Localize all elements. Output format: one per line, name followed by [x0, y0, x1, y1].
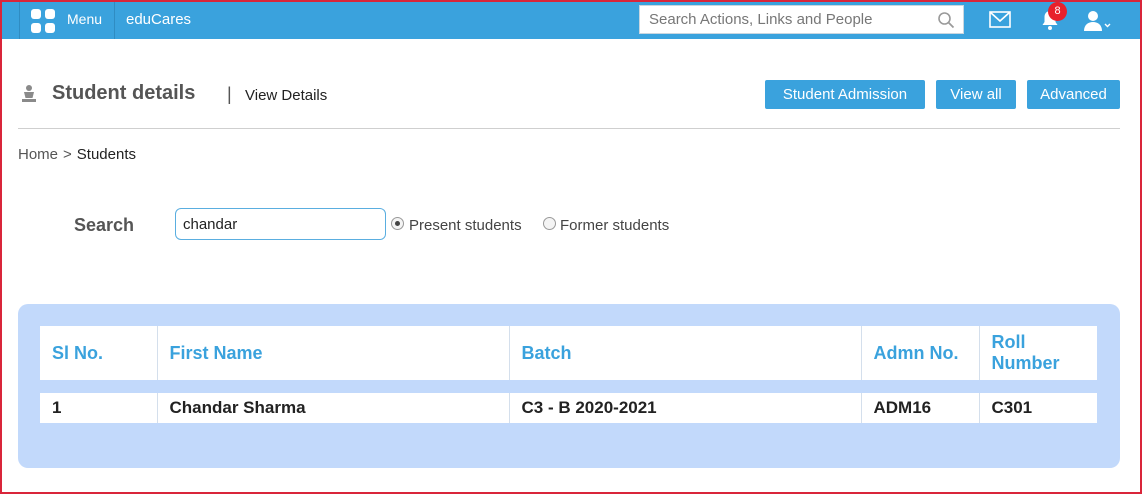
cell-sl-no: 1 — [40, 393, 158, 423]
title-separator: | — [227, 84, 232, 104]
student-icon — [22, 85, 36, 102]
student-search-input[interactable] — [175, 208, 386, 240]
view-all-button[interactable]: View all — [936, 80, 1016, 109]
table-header-row: Sl No. First Name Batch Admn No. Roll Nu… — [40, 326, 1097, 380]
breadcrumb-separator: > — [63, 146, 72, 163]
former-students-radio[interactable] — [543, 217, 556, 230]
top-navbar: Menu eduCares 8 — [2, 2, 1140, 39]
brand-link[interactable]: eduCares — [126, 11, 191, 28]
students-table: Sl No. First Name Batch Admn No. Roll Nu… — [40, 326, 1097, 423]
user-icon[interactable] — [1082, 9, 1112, 33]
former-students-label[interactable]: Former students — [560, 217, 669, 234]
page-subtitle: View Details — [245, 87, 328, 104]
column-header-roll-number[interactable]: Roll Number — [979, 326, 1097, 380]
grid-icon — [31, 8, 55, 33]
cell-admn-no: ADM16 — [861, 393, 980, 423]
advanced-button[interactable]: Advanced — [1027, 80, 1120, 109]
search-icon[interactable] — [937, 11, 955, 29]
chevron-down-icon — [1104, 23, 1111, 28]
present-students-label[interactable]: Present students — [409, 217, 522, 234]
column-header-admn-no[interactable]: Admn No. — [861, 326, 980, 380]
column-header-first-name[interactable]: First Name — [157, 326, 510, 380]
menu-label: Menu — [67, 10, 103, 27]
search-label: Search — [74, 215, 135, 235]
cell-roll-number: C301 — [979, 393, 1097, 423]
page-title: Student details — [52, 82, 196, 104]
global-search-box — [639, 5, 964, 34]
present-students-radio[interactable] — [391, 217, 404, 230]
breadcrumb-home[interactable]: Home — [18, 146, 58, 163]
menu-button[interactable]: Menu — [19, 2, 115, 39]
breadcrumb: Home > Students — [18, 146, 136, 163]
breadcrumb-current: Students — [76, 146, 136, 163]
notification-badge: 8 — [1048, 2, 1067, 21]
table-row[interactable]: 1 Chandar Sharma C3 - B 2020-2021 ADM16 … — [40, 393, 1097, 423]
header-divider — [18, 128, 1120, 129]
cell-batch: C3 - B 2020-2021 — [509, 393, 862, 423]
column-header-sl-no[interactable]: Sl No. — [40, 326, 158, 380]
mail-icon[interactable] — [989, 11, 1011, 28]
cell-first-name[interactable]: Chandar Sharma — [157, 393, 510, 423]
student-admission-button[interactable]: Student Admission — [765, 80, 925, 109]
column-header-batch[interactable]: Batch — [509, 326, 862, 380]
global-search-input[interactable] — [649, 11, 929, 28]
